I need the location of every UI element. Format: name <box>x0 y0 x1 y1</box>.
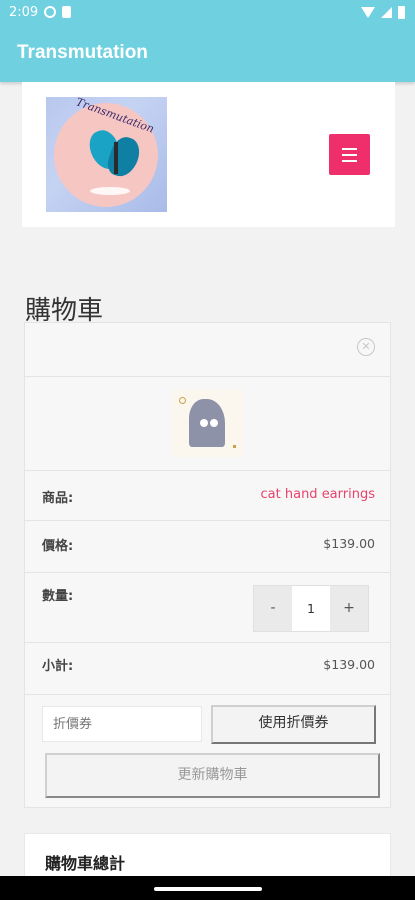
cart-table: ✕ 商品: cat hand earrings 價格: $139.00 數量: … <box>24 322 391 808</box>
quantity-row: 數量: - 1 + <box>25 573 390 643</box>
apply-coupon-button[interactable]: 使用折價券 <box>211 705 376 744</box>
app-title: Transmutation <box>17 42 148 63</box>
status-left-icons <box>44 6 71 18</box>
quantity-input[interactable]: 1 <box>292 586 330 631</box>
product-thumbnail[interactable] <box>173 389 243 457</box>
price-value: $139.00 <box>323 536 375 551</box>
subtotal-label: 小計: <box>42 659 74 674</box>
price-row: 價格: $139.00 <box>25 521 390 573</box>
logo-wisp <box>90 187 130 195</box>
app-bar: Transmutation <box>0 26 415 82</box>
hamburger-line <box>342 160 357 162</box>
quantity-stepper: - 1 + <box>253 585 369 632</box>
settings-icon <box>44 6 56 18</box>
wifi-icon <box>361 7 375 18</box>
product-label: 商品: <box>42 491 74 506</box>
menu-button[interactable] <box>329 134 370 175</box>
product-row: 商品: cat hand earrings <box>25 471 390 521</box>
update-cart-button[interactable]: 更新購物車 <box>45 753 380 798</box>
status-bar: 2:09 <box>0 0 415 26</box>
hamburger-menu-icon <box>342 148 357 150</box>
remove-row: ✕ <box>25 323 390 377</box>
status-time: 2:09 <box>9 5 39 20</box>
quantity-label: 數量: <box>42 589 74 604</box>
quantity-decrease-button[interactable]: - <box>254 586 292 631</box>
close-circle-icon[interactable]: ✕ <box>357 338 375 356</box>
signal-icon <box>381 7 392 18</box>
cart-totals-title: 購物車總計 <box>45 854 126 873</box>
subtotal-value: $139.00 <box>323 657 375 672</box>
status-right-icons <box>361 6 405 19</box>
product-link[interactable]: cat hand earrings <box>261 487 375 502</box>
actions-row: 使用折價券 更新購物車 <box>25 695 390 807</box>
quantity-increase-button[interactable]: + <box>330 586 368 631</box>
battery-icon <box>398 6 405 19</box>
site-header: Transmutation <box>22 82 395 227</box>
butterfly-body <box>114 142 118 174</box>
price-label: 價格: <box>42 539 74 554</box>
paw-dot <box>200 419 208 427</box>
hamburger-line <box>342 154 357 156</box>
home-gesture-handle[interactable] <box>154 887 262 891</box>
thumbnail-row <box>25 377 390 471</box>
sim-card-icon <box>62 6 71 18</box>
paw-dot <box>210 419 218 427</box>
subtotal-row: 小計: $139.00 <box>25 643 390 695</box>
sparkle <box>233 445 236 448</box>
sparkle <box>179 397 186 404</box>
site-logo[interactable]: Transmutation <box>46 97 167 212</box>
coupon-input[interactable] <box>42 706 202 742</box>
system-nav-bar <box>0 876 415 900</box>
